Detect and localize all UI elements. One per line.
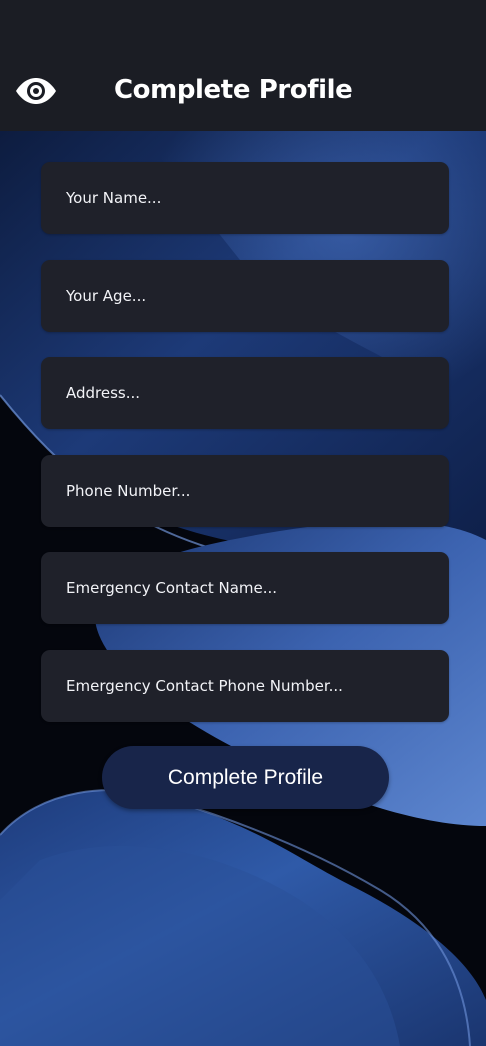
phone-input[interactable] <box>41 454 449 527</box>
emergency-contact-phone-input[interactable] <box>41 649 449 722</box>
name-input[interactable] <box>41 162 449 234</box>
app-bar: Complete Profile <box>0 0 486 131</box>
page-title: Complete Profile <box>114 75 353 105</box>
eye-icon[interactable] <box>15 75 57 107</box>
emergency-contact-name-input[interactable] <box>41 552 449 624</box>
profile-form <box>41 162 449 747</box>
address-input[interactable] <box>41 357 449 429</box>
complete-profile-button[interactable]: Complete Profile <box>102 746 389 809</box>
age-input[interactable] <box>41 259 449 332</box>
